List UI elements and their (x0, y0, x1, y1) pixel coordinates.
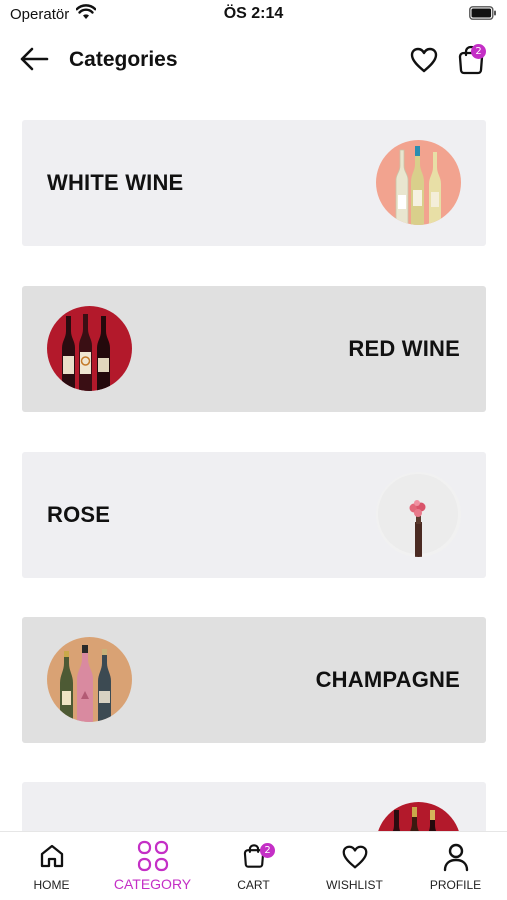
status-bar: Operatör ÖS 2:14 (0, 0, 507, 30)
category-list: WHITE WINE RED WINE ROSE CHAMPAGNE (0, 100, 507, 831)
tab-cart[interactable]: 2 CART (203, 832, 304, 900)
app-header: Categories 2 (0, 38, 507, 84)
header-cart-button[interactable]: 2 (454, 43, 488, 77)
battery-icon (469, 6, 496, 20)
category-label: RED WINE (348, 336, 460, 361)
category-card-partial[interactable] (22, 782, 486, 831)
home-icon (40, 844, 63, 868)
category-grid-icon (137, 840, 168, 872)
cart-count-badge: 2 (471, 44, 486, 59)
category-label: ROSE (47, 502, 111, 527)
category-card-white-wine[interactable]: WHITE WINE (22, 120, 486, 246)
tab-profile[interactable]: PROFILE (405, 832, 506, 900)
category-card-rose[interactable]: ROSE (22, 452, 486, 578)
tab-category[interactable]: CATEGORY (102, 832, 203, 900)
category-card-red-wine[interactable]: RED WINE (22, 286, 486, 412)
rose-wine-image (376, 472, 461, 557)
category-card-champagne[interactable]: CHAMPAGNE (22, 617, 486, 743)
back-button[interactable] (16, 44, 52, 74)
tab-wishlist[interactable]: WISHLIST (304, 832, 405, 900)
profile-icon (443, 843, 468, 872)
category-label: WHITE WINE (47, 170, 184, 195)
category-label: CHAMPAGNE (315, 667, 460, 692)
header-wishlist-button[interactable] (408, 44, 440, 76)
tab-label: HOME (33, 878, 70, 892)
status-time: ÖS 2:14 (223, 5, 284, 22)
page-title: Categories (69, 48, 178, 71)
tab-label: PROFILE (429, 878, 482, 892)
white-wine-image (376, 140, 461, 225)
heart-icon (342, 845, 367, 869)
red-wine-image (47, 306, 132, 391)
tab-label: WISHLIST (326, 878, 383, 892)
champagne-image (47, 637, 132, 722)
cart-count-badge: 2 (260, 843, 275, 858)
heart-icon (410, 47, 438, 73)
tab-label: CATEGORY (113, 876, 192, 892)
back-arrow-icon (20, 47, 49, 71)
tab-label: CART (237, 878, 270, 892)
bottom-tab-bar: HOME CATEGORY 2 CART WISHLIST PROFILE (0, 831, 507, 900)
tab-home[interactable]: HOME (1, 832, 102, 900)
wine-bottles-image (376, 802, 461, 831)
